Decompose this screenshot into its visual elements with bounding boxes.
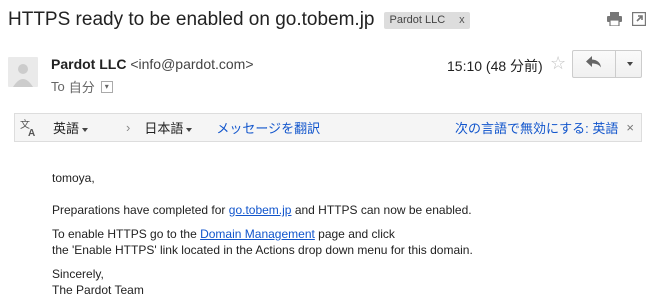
sender-line: Pardot LLC <info@pardot.com> [51, 56, 254, 72]
avatar[interactable] [8, 57, 38, 87]
body-text: Preparations have completed for [52, 203, 229, 217]
translate-bar: 文 A 英語 › 日本語 メッセージを翻訳 次の言語で無効にする: 英語 × [14, 113, 642, 142]
to-line: To 自分 ▾ [51, 77, 113, 96]
sender-name[interactable]: Pardot LLC [51, 56, 126, 72]
to-recipient: 自分 [68, 80, 95, 95]
label-chip-text: Pardot LLC [389, 14, 446, 26]
timestamp: 15:10 (48 分前) [447, 58, 543, 74]
body-paragraph-2-line-2: the 'Enable HTTPS' link located in the A… [52, 243, 473, 257]
source-language-label: 英語 [53, 121, 80, 136]
target-language-select[interactable]: 日本語 [144, 118, 193, 137]
more-actions-button[interactable] [615, 50, 642, 78]
print-icon[interactable] [607, 12, 622, 26]
source-language-select[interactable]: 英語 [53, 118, 89, 137]
body-paragraph-2: To enable HTTPS go to the Domain Managem… [52, 226, 473, 242]
to-prefix: To [51, 79, 65, 94]
close-icon[interactable]: × [626, 120, 634, 135]
label-remove-button[interactable]: x [459, 14, 465, 26]
svg-text:A: A [28, 128, 35, 138]
signoff: Sincerely, [52, 267, 104, 281]
arrow-right-icon: › [126, 120, 131, 135]
new-window-icon[interactable] [632, 12, 646, 26]
greeting: tomoya, [52, 171, 95, 185]
message-body: tomoya, Preparations have completed for … [52, 170, 473, 298]
domain-management-link[interactable]: Domain Management [200, 227, 315, 241]
sender-email: <info@pardot.com> [130, 56, 254, 72]
email-subject: HTTPS ready to be enabled on go.tobem.jp [8, 9, 375, 30]
star-icon[interactable]: ☆ [550, 53, 566, 74]
disable-translation-link[interactable]: 次の言語で無効にする: 英語 [455, 118, 618, 137]
show-details-dropdown-icon[interactable]: ▾ [100, 80, 113, 93]
body-text: and HTTPS can now be enabled. [291, 203, 472, 217]
label-chip[interactable]: Pardot LLC x [383, 11, 470, 29]
body-text: page and click [314, 227, 395, 241]
subject-row: HTTPS ready to be enabled on go.tobem.jp… [8, 6, 470, 34]
target-language-label: 日本語 [144, 121, 184, 136]
body-text: To enable HTTPS go to the [52, 227, 201, 241]
top-icons [607, 12, 646, 26]
translate-message-link[interactable]: メッセージを翻訳 [216, 118, 320, 137]
chevron-down-icon [186, 127, 193, 132]
chevron-down-icon [627, 62, 633, 66]
chevron-down-icon [82, 127, 89, 132]
body-paragraph-1: Preparations have completed for go.tobem… [52, 202, 473, 218]
translate-icon: 文 A [19, 118, 39, 139]
domain-link[interactable]: go.tobem.jp [229, 203, 292, 217]
signature: The Pardot Team [52, 283, 144, 297]
reply-icon [586, 55, 602, 73]
reply-button[interactable] [572, 50, 616, 78]
